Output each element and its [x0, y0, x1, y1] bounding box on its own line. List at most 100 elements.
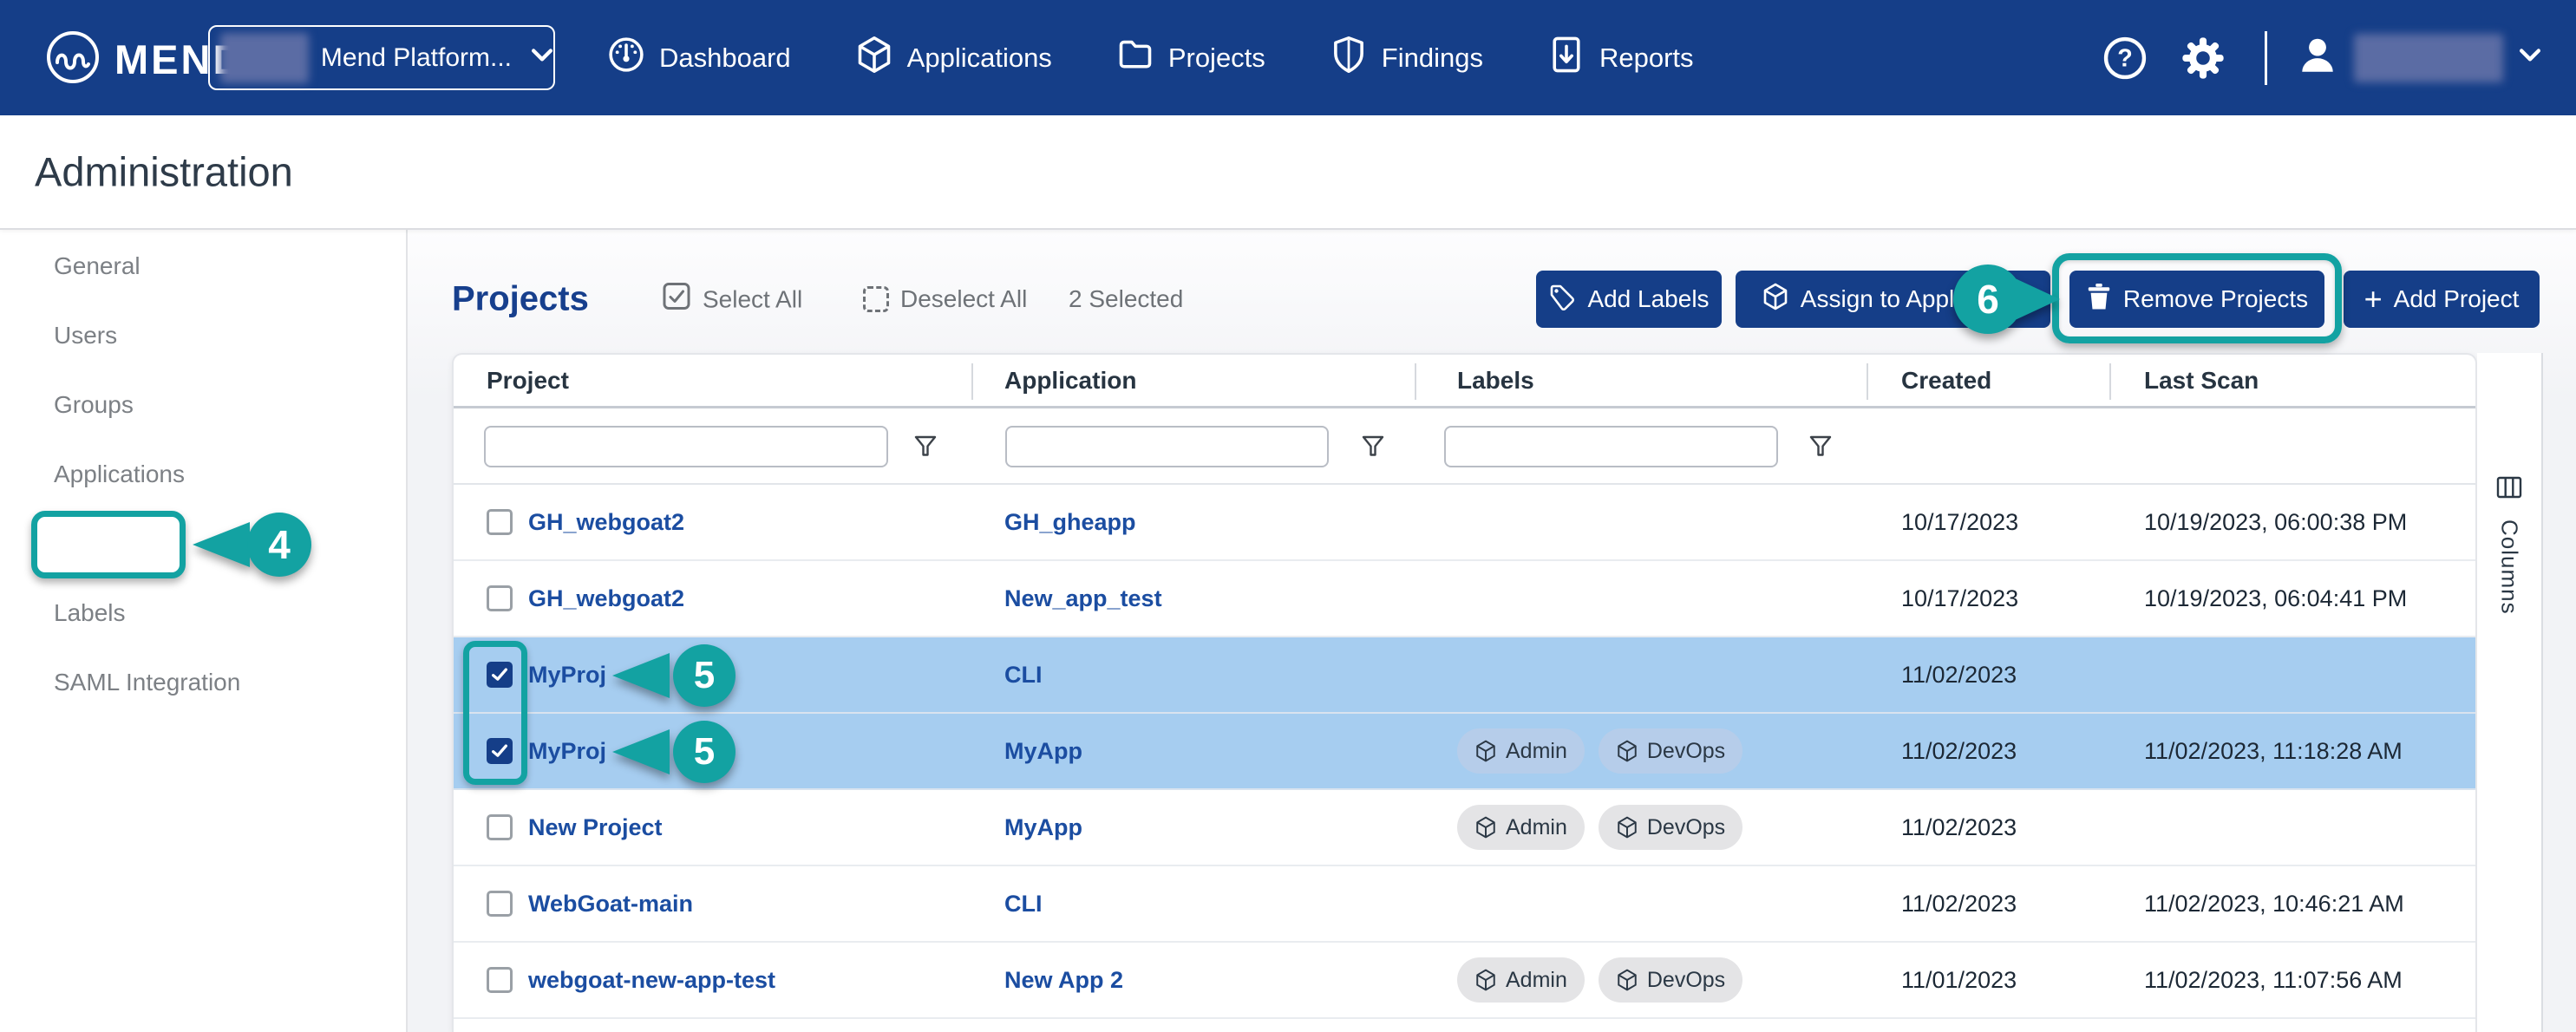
application-filter-input[interactable]	[1005, 426, 1329, 467]
project-cell: New Project	[454, 814, 971, 841]
columns-tab[interactable]: Columns	[2477, 353, 2543, 1032]
nav-item-dashboard[interactable]: Dashboard	[607, 36, 791, 81]
labels-filter-input[interactable]	[1444, 426, 1778, 467]
table-row: GH_webgoat2 New_app_test 10/17/2023 10/1…	[454, 561, 2475, 637]
project-link[interactable]: webgoat-new-app-test	[528, 967, 775, 994]
application-link[interactable]: GH_gheapp	[1004, 509, 1136, 535]
table-row: New Project MyApp AdminDevOps 11/02/2023	[454, 790, 2475, 866]
last-scan-cell: 10/19/2023, 06:04:41 PM	[2109, 585, 2475, 612]
top-navbar: MEND Mend Platform... Dashboard Applicat…	[0, 0, 2576, 115]
table-body: GH_webgoat2 GH_gheapp 10/17/2023 10/19/2…	[454, 485, 2475, 1019]
user-icon	[2297, 35, 2338, 81]
project-link[interactable]: New Project	[528, 814, 663, 841]
column-header-project[interactable]: Project	[454, 355, 971, 406]
table-header-row: Project Application Labels Created Last …	[454, 355, 2475, 408]
application-cell: MyApp	[971, 738, 1415, 765]
application-link[interactable]: MyApp	[1004, 738, 1082, 764]
remove-projects-label: Remove Projects	[2123, 285, 2308, 313]
chevron-down-icon	[531, 49, 553, 67]
application-cell: MyApp	[971, 814, 1415, 841]
add-labels-button[interactable]: Add Labels	[1536, 271, 1722, 328]
navbar-right: ?	[2102, 0, 2576, 115]
project-link[interactable]: GH_webgoat2	[528, 585, 684, 612]
sidebar-item-saml[interactable]: SAML Integration	[54, 648, 240, 717]
application-filter-funnel-icon[interactable]	[1359, 433, 1387, 460]
cube-icon	[1474, 816, 1497, 839]
row-checkbox[interactable]	[487, 891, 513, 917]
gear-icon[interactable]	[2180, 35, 2226, 82]
column-header-last-scan[interactable]: Last Scan	[2109, 355, 2475, 406]
application-link[interactable]: CLI	[1004, 662, 1043, 688]
remove-projects-button[interactable]: Remove Projects	[2069, 271, 2324, 328]
assign-to-application-button[interactable]: Assign to Application	[1736, 271, 2050, 328]
select-all-label: Select All	[703, 285, 802, 313]
cube-icon	[1762, 283, 1789, 317]
label-pill: Admin	[1457, 728, 1585, 774]
application-link[interactable]: CLI	[1004, 891, 1043, 917]
sidebar-item-applications[interactable]: Applications	[54, 440, 185, 509]
deselect-all-button[interactable]: Deselect All	[863, 285, 1027, 313]
page-header: Administration	[0, 115, 2576, 230]
folder-icon	[1116, 36, 1154, 81]
nav-item-projects[interactable]: Projects	[1116, 36, 1265, 81]
sidebar-item-groups[interactable]: Groups	[54, 370, 134, 440]
application-cell: CLI	[971, 891, 1415, 918]
trash-icon	[2086, 283, 2112, 317]
nav-item-label: Dashboard	[659, 42, 791, 74]
help-circle-icon[interactable]: ?	[2102, 35, 2148, 82]
sidebar-item-labels[interactable]: Labels	[54, 578, 126, 648]
last-scan-cell: 11/02/2023, 11:18:28 AM	[2109, 738, 2475, 765]
report-doc-icon	[1547, 36, 1585, 81]
project-link[interactable]: GH_webgoat2	[528, 509, 684, 536]
project-link[interactable]: WebGoat-main	[528, 891, 693, 918]
project-link[interactable]: MyProj	[528, 738, 606, 765]
sidebar-item-general[interactable]: General	[54, 232, 141, 301]
deselect-all-label: Deselect All	[900, 285, 1027, 313]
column-header-created[interactable]: Created	[1867, 355, 2109, 406]
cube-icon	[1474, 740, 1497, 762]
row-checkbox[interactable]	[487, 662, 513, 688]
sidebar-item-projects[interactable]: Projects	[54, 509, 156, 578]
table-row: GH_webgoat2 GH_gheapp 10/17/2023 10/19/2…	[454, 485, 2475, 561]
nav-item-findings[interactable]: Findings	[1330, 36, 1483, 81]
project-cell: MyProj	[454, 662, 971, 689]
table-columns-icon	[2495, 474, 2523, 505]
application-link[interactable]: MyApp	[1004, 814, 1082, 840]
last-scan-cell: 10/19/2023, 06:00:38 PM	[2109, 509, 2475, 536]
label-pill-text: DevOps	[1647, 968, 1725, 993]
label-pill: Admin	[1457, 957, 1585, 1003]
application-link[interactable]: New App 2	[1004, 967, 1123, 993]
label-pill: DevOps	[1599, 805, 1742, 850]
row-checkbox[interactable]	[487, 585, 513, 611]
nav-item-label: Reports	[1599, 42, 1694, 74]
column-header-labels[interactable]: Labels	[1415, 355, 1867, 406]
last-scan-cell: 11/02/2023, 11:07:56 AM	[2109, 967, 2475, 994]
row-checkbox[interactable]	[487, 967, 513, 993]
nav-item-label: Applications	[907, 42, 1052, 74]
add-project-button[interactable]: + Add Project	[2344, 271, 2540, 328]
cube-icon	[1474, 969, 1497, 991]
select-all-button[interactable]: Select All	[662, 282, 802, 317]
project-link[interactable]: MyProj	[528, 662, 606, 689]
nav-item-reports[interactable]: Reports	[1547, 36, 1694, 81]
application-cell: New_app_test	[971, 585, 1415, 612]
project-filter-funnel-icon[interactable]	[912, 433, 939, 460]
column-header-application[interactable]: Application	[971, 355, 1415, 406]
page-title: Administration	[35, 148, 293, 196]
org-selector-dropdown[interactable]: Mend Platform...	[208, 25, 555, 90]
label-pill: Admin	[1457, 805, 1585, 850]
sidebar-item-users[interactable]: Users	[54, 301, 117, 370]
row-checkbox[interactable]	[487, 814, 513, 840]
header-separator	[2109, 363, 2111, 400]
labels-filter-funnel-icon[interactable]	[1807, 433, 1834, 460]
row-checkbox[interactable]	[487, 738, 513, 764]
project-filter-input[interactable]	[484, 426, 888, 467]
user-menu[interactable]	[2297, 34, 2541, 82]
application-link[interactable]: New_app_test	[1004, 585, 1162, 611]
cube-icon	[1616, 969, 1638, 991]
nav-item-applications[interactable]: Applications	[855, 36, 1052, 81]
project-cell: MyProj	[454, 738, 971, 765]
nav-item-label: Findings	[1382, 42, 1483, 74]
application-cell: GH_gheapp	[971, 509, 1415, 536]
row-checkbox[interactable]	[487, 509, 513, 535]
